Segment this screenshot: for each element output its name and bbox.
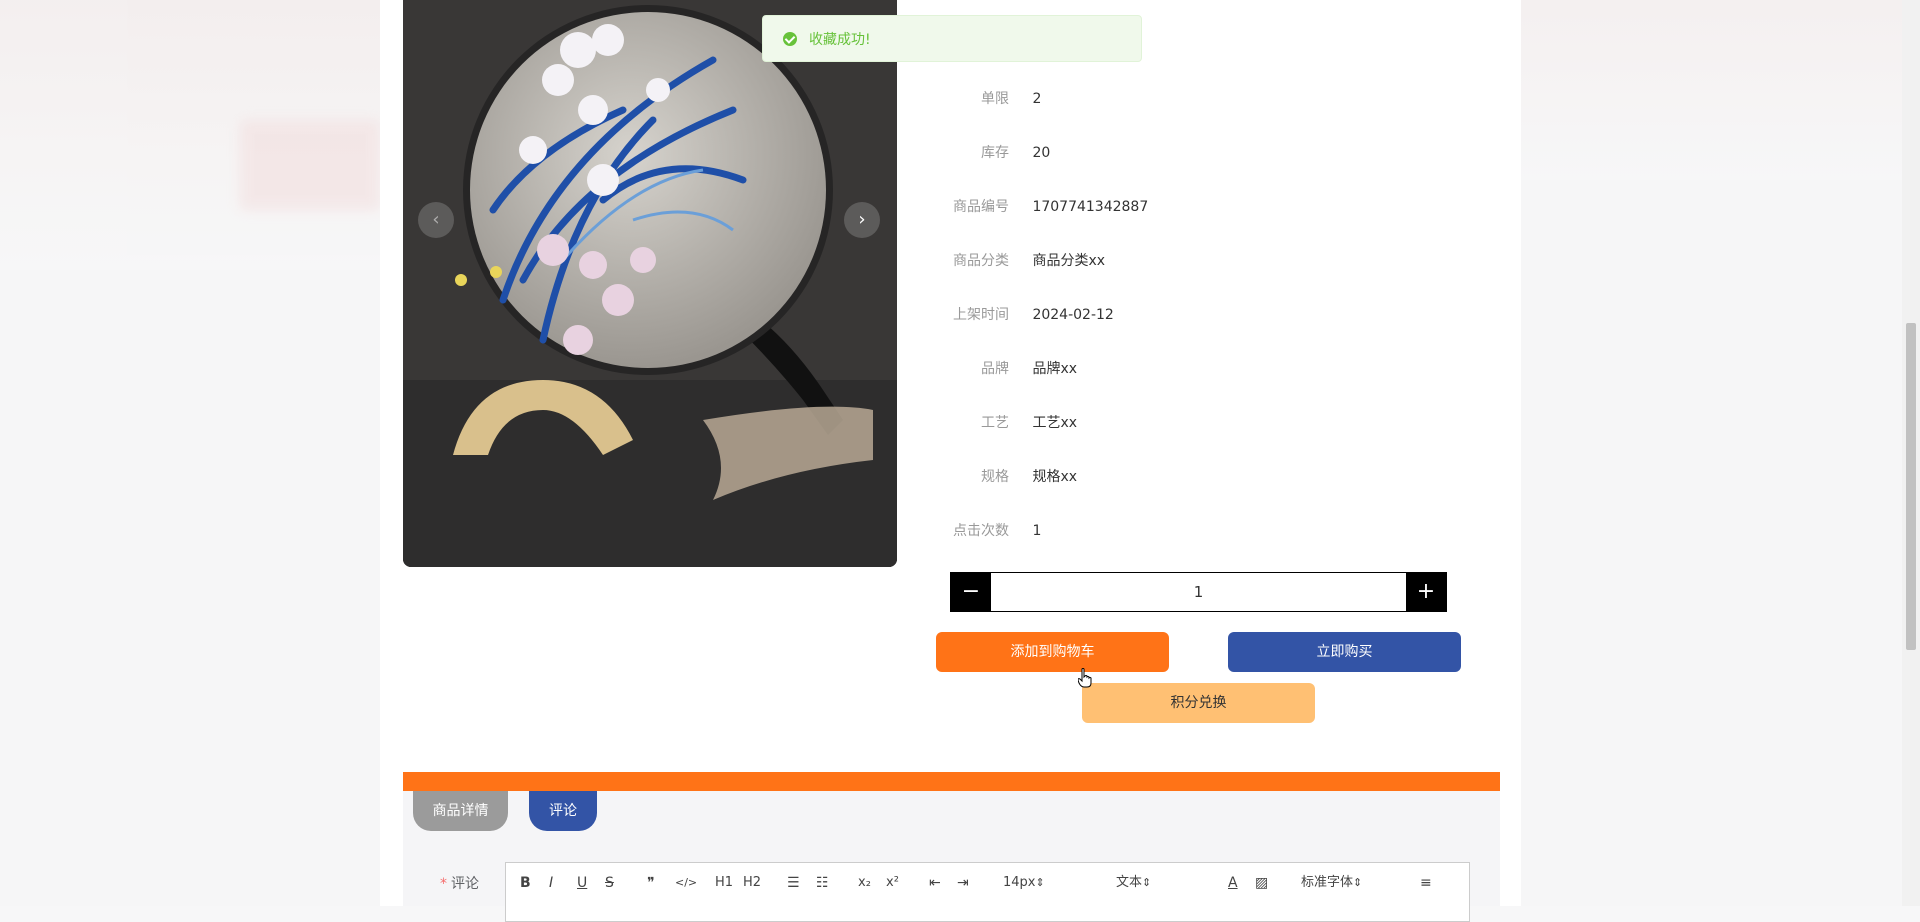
add-to-cart-button[interactable]: 添加到购物车 <box>936 632 1169 672</box>
background-color-button[interactable]: ▨ <box>1255 873 1268 893</box>
product-image <box>403 0 897 567</box>
bullet-list-button[interactable]: ☷ <box>816 873 829 893</box>
info-value: 1707741342887 <box>1032 199 1149 215</box>
tab-product-detail[interactable]: 商品详情 <box>413 791 508 831</box>
success-toast: 收藏成功! <box>762 15 1142 62</box>
carousel-next-button[interactable]: › <box>844 202 880 238</box>
info-row-stock: 库存 20 <box>930 142 1430 162</box>
decrease-button[interactable]: − <box>951 573 991 611</box>
info-value: 2 <box>1032 91 1042 107</box>
section-divider <box>403 772 1500 791</box>
info-value: 1 <box>1032 523 1042 539</box>
header-1-button[interactable]: H1 <box>715 873 733 893</box>
info-label: 规格 <box>981 469 1009 485</box>
toast-message: 收藏成功! <box>809 31 871 48</box>
info-label: 商品编号 <box>953 199 1009 215</box>
info-value: 20 <box>1032 145 1051 161</box>
info-value: 商品分类xx <box>1032 253 1106 269</box>
font-family-value: 标准字体 <box>1301 875 1354 890</box>
info-value: 规格xx <box>1032 469 1078 485</box>
info-label: 工艺 <box>981 415 1009 431</box>
info-row-category: 商品分类 商品分类xx <box>930 250 1430 270</box>
strike-button[interactable]: S <box>605 873 614 893</box>
ordered-list-button[interactable]: ☰ <box>787 873 800 893</box>
info-label: 单限 <box>981 91 1009 107</box>
font-size-value: 14px <box>1003 875 1036 890</box>
info-label: 上架时间 <box>953 307 1009 323</box>
bold-button[interactable]: B <box>520 873 531 893</box>
background-blur-right <box>1520 0 1920 180</box>
info-value: 品牌xx <box>1032 361 1078 377</box>
align-button[interactable]: ≡ <box>1420 873 1432 893</box>
info-label: 点击次数 <box>953 523 1009 539</box>
info-row-listed-date: 上架时间 2024-02-12 <box>930 304 1430 324</box>
increase-button[interactable]: + <box>1406 573 1446 611</box>
header-2-button[interactable]: H2 <box>743 873 761 893</box>
comment-label: * 评论 <box>440 873 479 893</box>
code-block-button[interactable]: </> <box>675 873 697 893</box>
info-value: 工艺xx <box>1032 415 1078 431</box>
quantity-input[interactable]: 1 <box>991 573 1406 611</box>
font-family-select[interactable]: 标准字体 <box>1301 873 1393 893</box>
info-row-craft: 工艺 工艺xx <box>930 412 1430 432</box>
quantity-stepper: − 1 + <box>950 572 1447 612</box>
comment-label-text: 评论 <box>451 876 479 892</box>
indent-button[interactable]: ⇥ <box>957 873 969 893</box>
tab-comment[interactable]: 评论 <box>529 791 597 831</box>
background-blur-left <box>0 0 380 270</box>
superscript-button[interactable]: x² <box>886 873 899 893</box>
info-row-limit: 单限 2 <box>930 88 1430 108</box>
info-row-spec: 规格 规格xx <box>930 466 1430 486</box>
underline-button[interactable]: U <box>577 873 587 893</box>
info-label: 品牌 <box>981 361 1009 377</box>
info-label: 商品分类 <box>953 253 1009 269</box>
italic-button[interactable]: I <box>549 873 553 893</box>
info-row-product-id: 商品编号 1707741342887 <box>930 196 1430 216</box>
info-row-brand: 品牌 品牌xx <box>930 358 1430 378</box>
points-exchange-button[interactable]: 积分兑换 <box>1082 683 1315 723</box>
header-value: 文本 <box>1116 875 1143 890</box>
carousel-prev-button[interactable]: ‹ <box>418 202 454 238</box>
check-circle-icon <box>783 31 797 46</box>
subscript-button[interactable]: x₂ <box>858 873 871 893</box>
required-mark: * <box>440 876 447 892</box>
scrollbar-thumb[interactable] <box>1906 323 1916 650</box>
font-size-select[interactable]: 14px <box>1003 873 1085 893</box>
text-color-button[interactable]: A <box>1228 873 1238 893</box>
outdent-button[interactable]: ⇤ <box>929 873 941 893</box>
header-select[interactable]: 文本 <box>1116 873 1198 893</box>
blockquote-button[interactable]: ❞ <box>647 873 655 893</box>
hand-cursor-icon <box>1078 668 1092 688</box>
info-label: 库存 <box>981 145 1009 161</box>
info-row-clicks: 点击次数 1 <box>930 520 1430 540</box>
buy-now-button[interactable]: 立即购买 <box>1228 632 1461 672</box>
info-value: 2024-02-12 <box>1032 307 1114 323</box>
